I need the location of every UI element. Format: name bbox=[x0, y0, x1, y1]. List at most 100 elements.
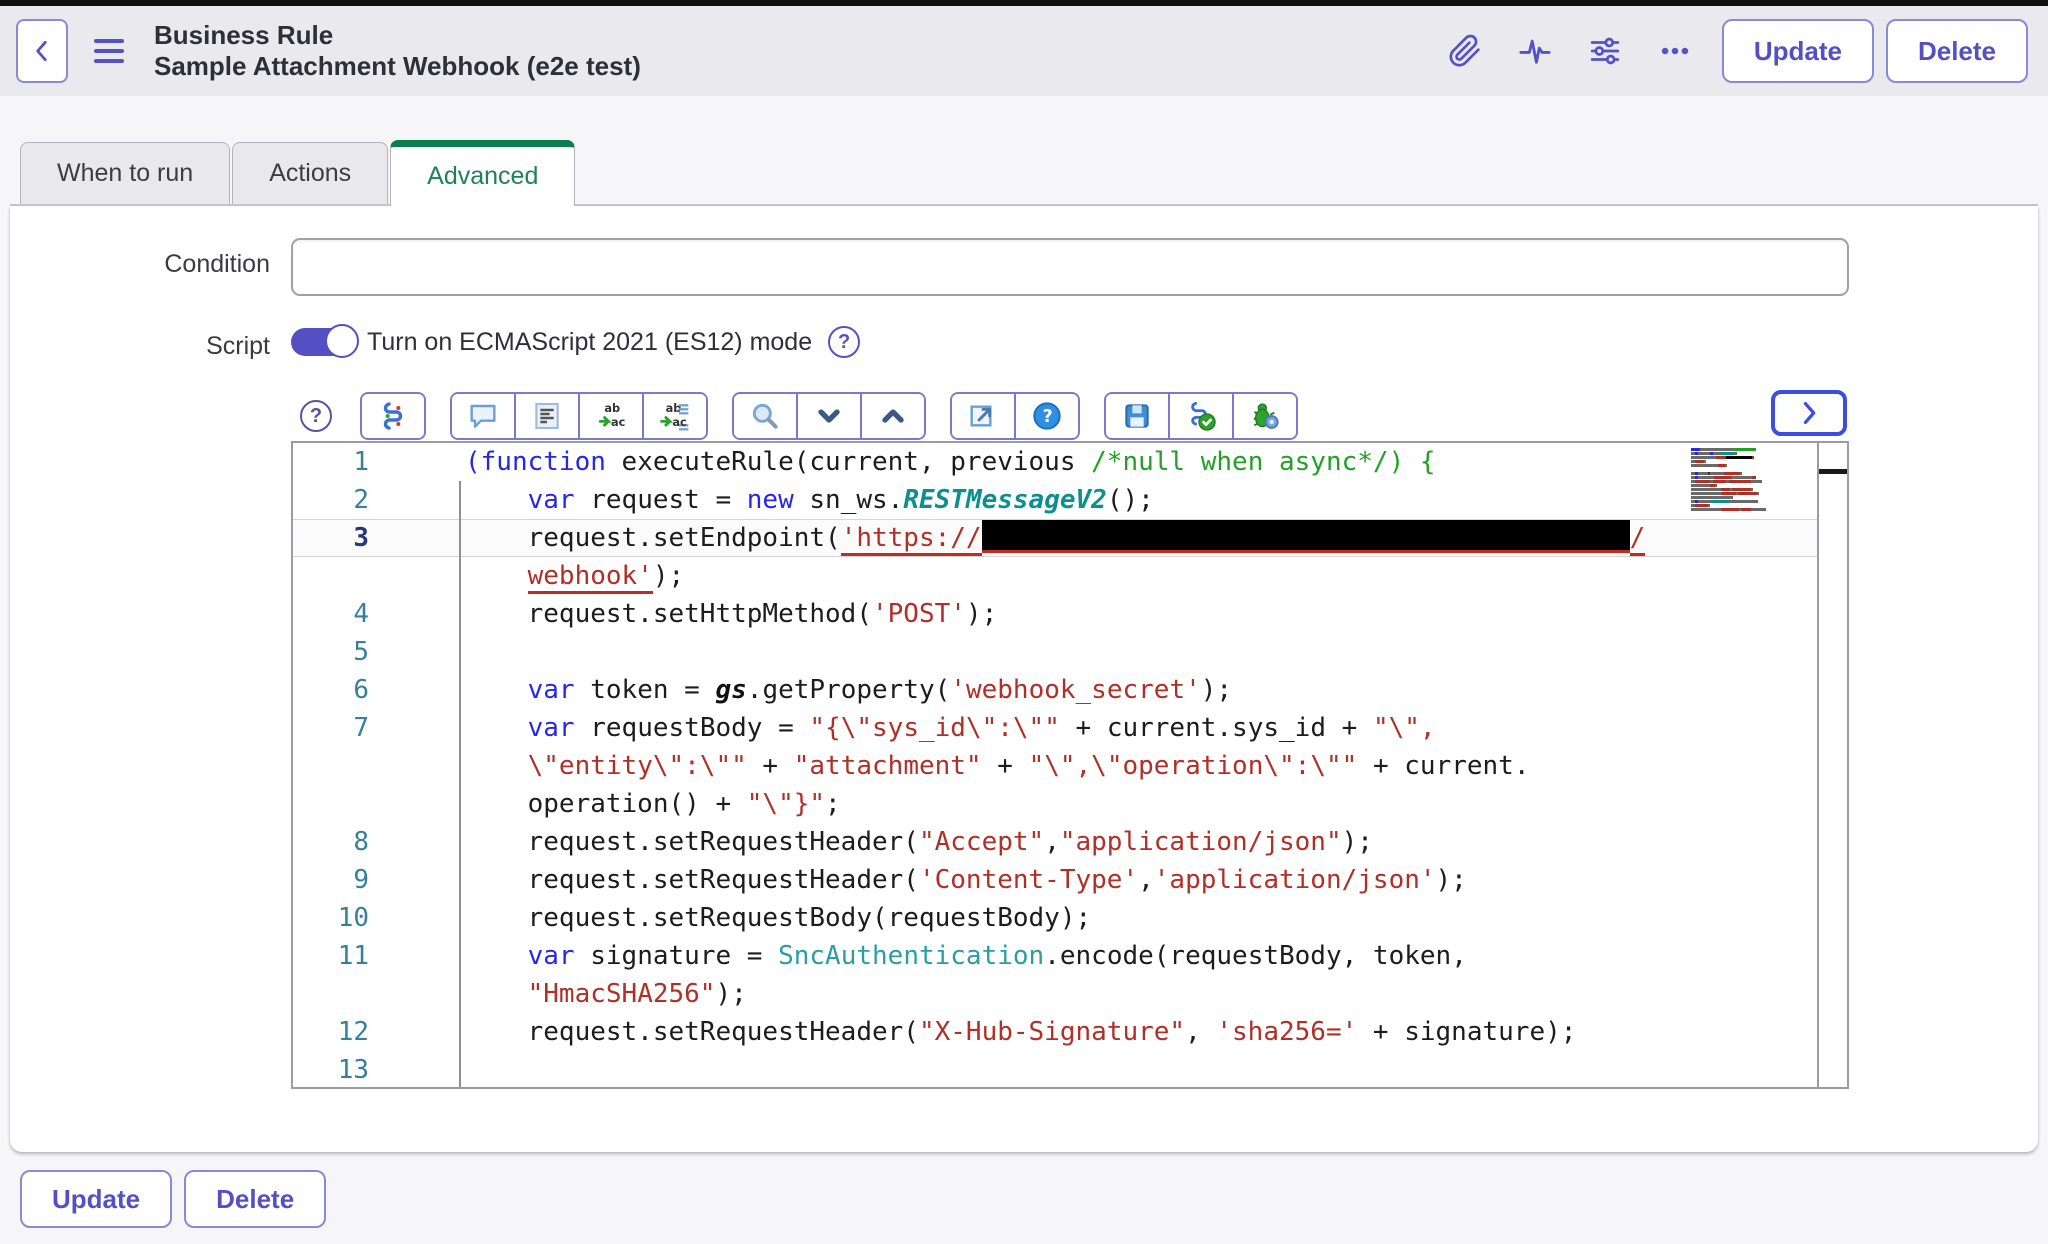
minimap-line bbox=[1691, 476, 1815, 479]
page-title-block: Business Rule Sample Attachment Webhook … bbox=[154, 20, 641, 82]
business-rule-form-page: Business Rule Sample Attachment Webhook … bbox=[0, 0, 2048, 1244]
condition-input[interactable] bbox=[291, 238, 1849, 296]
code-text: var token = gs.getProperty('webhook_secr… bbox=[461, 671, 1232, 709]
code-line: 9 request.setRequestHeader('Content-Type… bbox=[293, 861, 1847, 899]
format-code-button[interactable] bbox=[514, 394, 578, 438]
delete-button-header[interactable]: Delete bbox=[1886, 19, 2028, 83]
code-line: 6 var token = gs.getProperty('webhook_se… bbox=[293, 671, 1847, 709]
replace-button[interactable]: abac bbox=[578, 394, 642, 438]
toolbar-group bbox=[1104, 392, 1298, 440]
line-number bbox=[293, 975, 461, 1013]
editor-help-icon[interactable]: ? bbox=[296, 394, 336, 438]
line-number bbox=[293, 747, 461, 785]
more-options-button[interactable] bbox=[1640, 29, 1710, 73]
save-icon bbox=[1121, 400, 1153, 432]
editor-scrollbar[interactable] bbox=[1817, 443, 1847, 1087]
code-text: request.setEndpoint('https:/// bbox=[461, 519, 1645, 557]
code-text: webhook'); bbox=[461, 557, 684, 595]
page-title: Business Rule bbox=[154, 20, 641, 51]
tab-when-to-run[interactable]: When to run bbox=[20, 142, 230, 204]
es-mode-toggle[interactable] bbox=[291, 328, 351, 356]
line-number: 8 bbox=[293, 823, 461, 861]
chevron-up-button[interactable] bbox=[860, 394, 924, 438]
code-line: 7 var requestBody = "{\"sys_id\":\"" + c… bbox=[293, 709, 1847, 747]
tab-advanced[interactable]: Advanced bbox=[390, 140, 575, 206]
line-number: 6 bbox=[293, 671, 461, 709]
more-options-icon bbox=[1658, 34, 1692, 68]
code-text bbox=[461, 633, 465, 671]
svg-text:ab: ab bbox=[604, 401, 620, 415]
save-button[interactable] bbox=[1106, 394, 1168, 438]
line-number bbox=[293, 557, 461, 595]
delete-button[interactable]: Delete bbox=[184, 1170, 326, 1228]
minimap-line bbox=[1691, 448, 1815, 451]
line-number: 2 bbox=[293, 481, 461, 519]
settings-sliders-button[interactable] bbox=[1570, 29, 1640, 73]
editor-minimap[interactable] bbox=[1689, 445, 1817, 519]
code-text: var request = new sn_ws.RESTMessageV2(); bbox=[461, 481, 1154, 519]
syntax-check-icon bbox=[1185, 400, 1217, 432]
activity-button[interactable] bbox=[1500, 29, 1570, 73]
code-text: "HmacSHA256"); bbox=[461, 975, 747, 1013]
replace-icon: abac bbox=[595, 400, 627, 432]
code-text: var requestBody = "{\"sys_id\":\"" + cur… bbox=[461, 709, 1436, 747]
form-header: Business Rule Sample Attachment Webhook … bbox=[0, 6, 2048, 96]
code-line: webhook'); bbox=[293, 557, 1847, 595]
code-text: request.setRequestHeader("Accept","appli… bbox=[461, 823, 1373, 861]
minimap-line bbox=[1691, 492, 1815, 495]
line-number: 9 bbox=[293, 861, 461, 899]
replace-all-icon: abac bbox=[659, 400, 691, 432]
line-number: 11 bbox=[293, 937, 461, 975]
line-number: 7 bbox=[293, 709, 461, 747]
tab-actions[interactable]: Actions bbox=[232, 142, 388, 204]
code-line: 5 bbox=[293, 633, 1847, 671]
update-button-header[interactable]: Update bbox=[1722, 19, 1874, 83]
code-line: 10 request.setRequestBody(requestBody); bbox=[293, 899, 1847, 937]
code-line: operation() + "\"}"; bbox=[293, 785, 1847, 823]
comment-button[interactable] bbox=[452, 394, 514, 438]
script-syntax-button[interactable] bbox=[362, 394, 424, 438]
code-text: (function executeRule(current, previous … bbox=[461, 443, 1436, 481]
line-number: 10 bbox=[293, 899, 461, 937]
line-number: 5 bbox=[293, 633, 461, 671]
chevron-down-button[interactable] bbox=[796, 394, 860, 438]
code-text: request.setRequestBody(requestBody); bbox=[461, 899, 1091, 937]
code-text: operation() + "\"}"; bbox=[461, 785, 841, 823]
editor-expand-button[interactable] bbox=[1771, 390, 1847, 436]
chevron-up-icon bbox=[877, 400, 909, 432]
minimap-line bbox=[1691, 496, 1815, 499]
update-button[interactable]: Update bbox=[20, 1170, 172, 1228]
minimap-line bbox=[1691, 472, 1815, 475]
context-menu-icon[interactable] bbox=[94, 39, 124, 63]
back-button[interactable] bbox=[16, 19, 68, 83]
help-filled-button[interactable]: ? bbox=[1014, 394, 1078, 438]
toolbar-group bbox=[732, 392, 926, 440]
code-line: 11 var signature = SncAuthentication.enc… bbox=[293, 937, 1847, 975]
help-circle-icon: ? bbox=[300, 400, 332, 432]
debug-icon bbox=[1249, 400, 1281, 432]
form-tabs: When to runActionsAdvanced bbox=[10, 140, 2038, 206]
attachment-button[interactable] bbox=[1430, 29, 1500, 73]
script-editor[interactable]: 1(function executeRule(current, previous… bbox=[291, 441, 1849, 1089]
open-window-button[interactable] bbox=[952, 394, 1014, 438]
code-lines: 1(function executeRule(current, previous… bbox=[293, 443, 1847, 1089]
es-mode-row: Turn on ECMAScript 2021 (ES12) mode ? bbox=[291, 326, 860, 358]
es-mode-toggle-label: Turn on ECMAScript 2021 (ES12) mode bbox=[367, 328, 812, 357]
code-text: request.setRequestHeader('Content-Type',… bbox=[461, 861, 1467, 899]
search-button[interactable] bbox=[734, 394, 796, 438]
minimap-line bbox=[1691, 484, 1815, 487]
debug-button[interactable] bbox=[1232, 394, 1296, 438]
code-line: 12 request.setRequestHeader("X-Hub-Signa… bbox=[293, 1013, 1847, 1051]
es-mode-help-icon[interactable]: ? bbox=[828, 326, 860, 358]
replace-all-button[interactable]: abac bbox=[642, 394, 706, 438]
line-number bbox=[293, 785, 461, 823]
scrollbar-thumb[interactable] bbox=[1819, 469, 1847, 474]
code-line: "HmacSHA256"); bbox=[293, 975, 1847, 1013]
minimap-line bbox=[1691, 452, 1815, 455]
footer-actions: Update Delete bbox=[20, 1170, 326, 1228]
minimap-line bbox=[1691, 500, 1815, 503]
syntax-check-button[interactable] bbox=[1168, 394, 1232, 438]
line-number: 13 bbox=[293, 1051, 461, 1089]
code-line: 13 bbox=[293, 1051, 1847, 1089]
code-text: \"entity\":\"" + "attachment" + "\",\"op… bbox=[461, 747, 1529, 785]
